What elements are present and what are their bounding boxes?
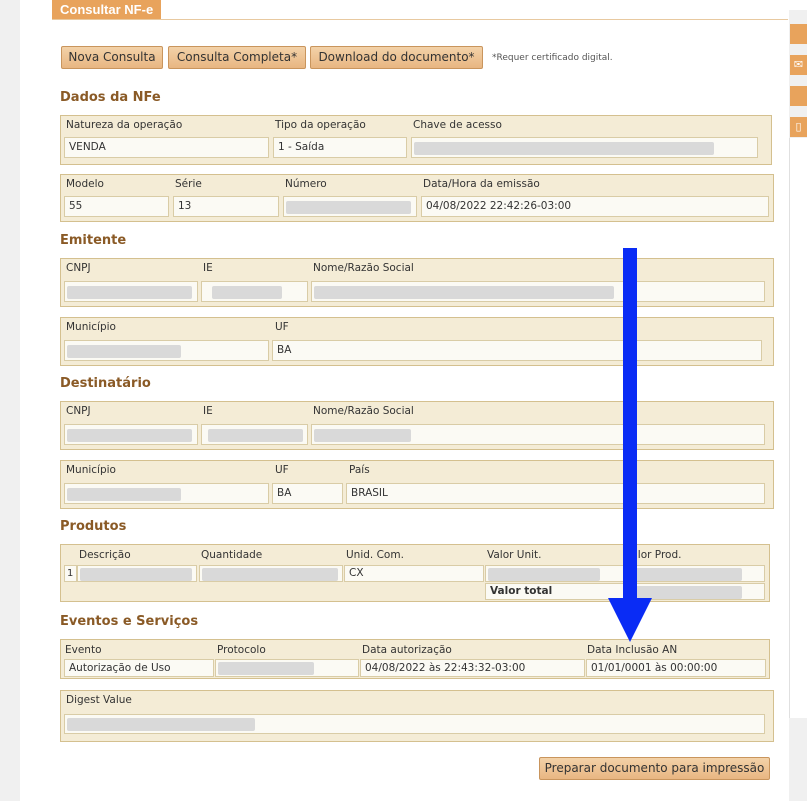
page-title: Consultar NF-e: [52, 0, 162, 19]
destinatario-box: CNPJ IE Nome/Razão Social: [60, 401, 774, 450]
certificate-note: *Requer certificado digital.: [492, 53, 613, 63]
destinatario-pais-label: País: [349, 464, 370, 476]
serie-field: 13: [173, 196, 279, 217]
col-evento: Evento: [65, 644, 102, 656]
emitente-municipio-field: [64, 340, 269, 361]
digest-label: Digest Value: [66, 694, 132, 706]
document-icon[interactable]: ▯: [790, 117, 807, 137]
destinatario-municipio-label: Município: [66, 464, 116, 476]
emitente-cnpj-label: CNPJ: [66, 262, 91, 274]
row-unid-com: CX: [344, 565, 484, 582]
emitente-nome-field: [311, 281, 765, 302]
destinatario-uf-field: BA: [272, 483, 343, 504]
emitente-municipio-label: Município: [66, 321, 116, 333]
data-emissao-label: Data/Hora da emissão: [423, 178, 540, 190]
serie-label: Série: [175, 178, 202, 190]
destinatario-uf-label: UF: [275, 464, 289, 476]
redacted-value: [208, 429, 303, 442]
digest-field: [64, 714, 765, 734]
section-title-eventos: Eventos e Serviços: [60, 614, 199, 629]
destinatario-municipio-field: [64, 483, 269, 504]
col-data-inclusao: Data Inclusão AN: [587, 644, 678, 656]
redacted-value: [67, 286, 192, 299]
numero-field: [283, 196, 417, 217]
emitente-uf-field: BA: [272, 340, 762, 361]
natureza-label: Natureza da operação: [66, 119, 183, 131]
destinatario-nome-label: Nome/Razão Social: [313, 405, 414, 417]
valor-total-label: Valor total: [490, 585, 553, 597]
emitente-cnpj-field: [64, 281, 198, 302]
destinatario-cnpj-label: CNPJ: [66, 405, 91, 417]
dados-nfe-box-2: Modelo 55 Série 13 Número Data/Hora da e…: [60, 174, 774, 222]
destinatario-cnpj-field: [64, 424, 198, 445]
destinatario-box-2: Município UF BA País BRASIL: [60, 460, 774, 509]
emitente-uf-label: UF: [275, 321, 289, 333]
redacted-value: [414, 142, 714, 155]
section-title-destinatario: Destinatário: [60, 376, 151, 391]
natureza-field: VENDA: [64, 137, 269, 158]
col-quantidade: Quantidade: [201, 549, 263, 561]
col-data-autorizacao: Data autorização: [362, 644, 452, 656]
down-arrow-icon: [608, 248, 652, 642]
redacted-value: [67, 345, 181, 358]
evento-value: Autorização de Uso: [64, 659, 214, 677]
col-descricao: Descrição: [79, 549, 131, 561]
section-title-dados-nfe: Dados da NFe: [60, 90, 161, 105]
title-divider: [52, 19, 788, 20]
right-rail: ✉ ▯: [789, 0, 807, 801]
emitente-ie-field: [201, 281, 308, 302]
modelo-field: 55: [64, 196, 169, 217]
nova-consulta-button[interactable]: Nova Consulta: [61, 46, 163, 69]
redacted-value: [488, 568, 600, 581]
destinatario-nome-field: [311, 424, 765, 445]
download-documento-button[interactable]: Download do documento*: [310, 46, 483, 69]
consulta-completa-button[interactable]: Consulta Completa*: [168, 46, 306, 69]
col-unid-com: Unid. Com.: [346, 549, 404, 561]
emitente-box: CNPJ IE Nome/Razão Social: [60, 258, 774, 307]
digest-box: Digest Value: [60, 690, 774, 742]
redacted-value: [314, 286, 614, 299]
emitente-ie-label: IE: [203, 262, 213, 274]
col-valor-unit: Valor Unit.: [487, 549, 542, 561]
section-title-produtos: Produtos: [60, 519, 127, 534]
row-index: 1: [64, 565, 77, 582]
redacted-value: [218, 662, 314, 675]
redacted-value: [212, 286, 282, 299]
redacted-value: [67, 429, 192, 442]
dados-nfe-box: Natureza da operação VENDA Tipo da opera…: [60, 115, 772, 165]
tipo-operacao-field: 1 - Saída: [273, 137, 407, 158]
row-descricao: [77, 565, 197, 582]
col-protocolo: Protocolo: [217, 644, 266, 656]
destinatario-pais-field: BRASIL: [346, 483, 765, 504]
tipo-operacao-label: Tipo da operação: [275, 119, 366, 131]
destinatario-ie-label: IE: [203, 405, 213, 417]
section-title-emitente: Emitente: [60, 233, 127, 248]
chave-acesso-label: Chave de acesso: [413, 119, 502, 131]
emitente-box-2: Município UF BA: [60, 317, 774, 366]
data-autorizacao-value: 04/08/2022 às 22:43:32-03:00: [360, 659, 585, 677]
redacted-value: [286, 201, 411, 214]
redacted-value: [67, 718, 255, 731]
destinatario-ie-field: [201, 424, 308, 445]
rail-tab-icon[interactable]: [790, 86, 807, 106]
rail-tab-icon[interactable]: [790, 24, 807, 44]
redacted-value: [202, 568, 338, 581]
eventos-table: Evento Protocolo Data autorização Data I…: [60, 639, 770, 679]
modelo-label: Modelo: [66, 178, 104, 190]
rail-strip: [789, 138, 807, 718]
row-quantidade: [199, 565, 343, 582]
rail-top: [789, 0, 807, 10]
data-emissao-field: 04/08/2022 22:42:26-03:00: [421, 196, 769, 217]
protocolo-value: [215, 659, 359, 677]
data-inclusao-value: 01/01/0001 às 00:00:00: [586, 659, 766, 677]
preparar-impressao-button[interactable]: Preparar documento para impressão: [539, 757, 770, 780]
mail-icon[interactable]: ✉: [790, 55, 807, 75]
redacted-value: [314, 429, 411, 442]
chave-acesso-field: [411, 137, 758, 158]
produtos-table: Descrição Quantidade Unid. Com. Valor Un…: [60, 544, 770, 602]
redacted-value: [80, 568, 192, 581]
redacted-value: [67, 488, 181, 501]
numero-label: Número: [285, 178, 327, 190]
emitente-nome-label: Nome/Razão Social: [313, 262, 414, 274]
